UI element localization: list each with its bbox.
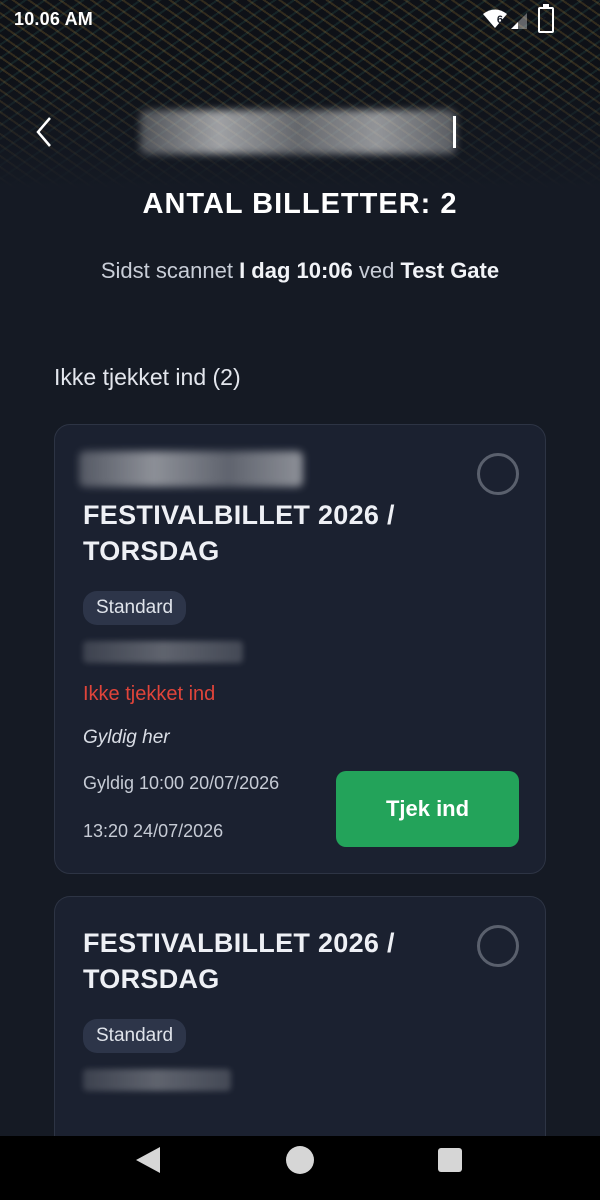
last-scanned-mid: ved (352, 258, 401, 283)
ticket-card: FESTIVALBILLET 2026 / TORSDAG Standard I… (54, 424, 546, 874)
nav-recents-icon[interactable] (438, 1148, 462, 1172)
checkin-button[interactable]: Tjek ind (336, 771, 519, 847)
last-scanned: Sidst scannet I dag 10:06 ved Test Gate (0, 258, 600, 284)
last-scanned-time: I dag 10:06 (239, 258, 353, 283)
valid-from: Gyldig 10:00 20/07/2026 (83, 773, 280, 793)
last-scanned-prefix: Sidst scannet (100, 258, 240, 283)
back-button[interactable] (30, 112, 62, 152)
nav-back-icon[interactable] (136, 1147, 160, 1173)
valid-to: 13:20 24/07/2026 (83, 821, 224, 841)
status-time: 10.06 AM (14, 9, 93, 29)
ticket-id-redacted (83, 1069, 231, 1091)
ticket-type-badge: Standard (83, 1019, 187, 1053)
back-arrow-icon (36, 117, 51, 147)
nav-home-icon[interactable] (286, 1146, 314, 1174)
wifi-badge: 6 (496, 14, 503, 26)
radio-unchecked-icon[interactable] (477, 925, 519, 967)
ticket-title: FESTIVALBILLET 2026 / TORSDAG (83, 928, 395, 994)
radio-unchecked-icon[interactable] (477, 453, 519, 495)
section-title: Ikke tjekket ind (2) (54, 364, 241, 390)
signal-icon (510, 12, 528, 35)
checkin-status: Ikke tjekket ind (83, 683, 216, 705)
ticket-type-badge: Standard (83, 591, 187, 625)
wifi-icon (482, 9, 508, 34)
ticket-title: FESTIVALBILLET 2026 / TORSDAG (83, 500, 395, 566)
ticket-card: FESTIVALBILLET 2026 / TORSDAG Standard (54, 896, 546, 1137)
last-scanned-gate: Test Gate (400, 258, 500, 283)
customer-name-redacted (140, 110, 456, 154)
ticket-holder-name-redacted (79, 451, 303, 487)
ticket-count: ANTAL BILLETTER: 2 (142, 188, 458, 220)
status-bar: 10.06 AM 6 (0, 0, 600, 40)
text-cursor (453, 116, 456, 148)
valid-here-label: Gyldig her (83, 727, 170, 748)
battery-charging-icon (538, 4, 554, 33)
ticket-id-redacted (83, 641, 243, 663)
